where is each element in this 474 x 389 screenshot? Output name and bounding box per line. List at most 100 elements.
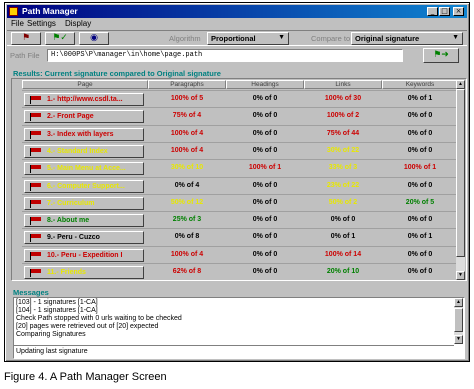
flag-icon[interactable]: ⚑: [11, 32, 41, 45]
page-button[interactable]: 8.- About me: [24, 214, 144, 228]
message-line: Comparing Signatures: [16, 331, 86, 338]
results-title: Results: Current signature compared to O…: [13, 69, 221, 78]
keywords-cell: 0% of 1: [407, 95, 433, 102]
headings-cell: 0% of 0: [252, 181, 278, 189]
path-file-row: Path File H:\000PS\P\manager\in\home\pag…: [7, 47, 467, 65]
scroll-down-icon[interactable]: ▼: [456, 271, 465, 280]
keywords-cell: 20% of 5: [405, 198, 435, 206]
column-header-paragraphs[interactable]: Paragraphs: [148, 80, 226, 89]
page-button[interactable]: 11.- Friends: [24, 266, 144, 279]
page-label: 8.- About me: [47, 217, 90, 225]
menu-file[interactable]: File: [11, 19, 24, 28]
headings-cell: 0% of 0: [252, 268, 278, 275]
headings-cell: 0% of 0: [252, 216, 278, 224]
maximize-button[interactable]: □: [439, 7, 450, 16]
messages-scrollbar[interactable]: ▲ ▼: [454, 298, 463, 344]
flag-icon: [29, 182, 42, 191]
links-cell: 30% of 22: [326, 146, 360, 154]
page-button[interactable]: 5.- Main Menu at Acce...: [24, 162, 144, 176]
path-manager-window: Path Manager _ □ × File Settings Display…: [4, 2, 470, 362]
paragraphs-cell: 100% of 4: [170, 146, 204, 154]
messages-box: [103] - 1 signatures [1-CA] [104] - 1 si…: [13, 297, 465, 359]
algorithm-label: Algorithm: [169, 34, 201, 43]
message-line: [104] - 1 signatures [1-CA]: [16, 307, 98, 314]
page-label: 3.- Index with layers: [47, 130, 114, 138]
headings-cell: 0% of 0: [252, 129, 278, 137]
path-file-input[interactable]: H:\000PS\P\manager\in\home\page.path: [47, 49, 403, 62]
column-header-links[interactable]: Links: [304, 80, 382, 89]
links-cell: 100% of 14: [324, 250, 362, 258]
page-button[interactable]: 1.- http://www.csdl.ta...: [24, 93, 144, 106]
page-button[interactable]: 9.- Peru - Cuzco: [24, 231, 144, 245]
column-header-keywords[interactable]: Keywords: [382, 80, 458, 89]
page-label: 4.- Standard Index: [47, 147, 108, 155]
page-button[interactable]: 10.- Peru - Expedition I: [24, 248, 144, 262]
page-label: 6.- Computer Support...: [47, 182, 125, 190]
table-row[interactable]: 11.- Friends 62% of 8 0% of 0 20% of 10 0% o…: [22, 263, 462, 280]
headings-cell: 0% of 0: [252, 146, 278, 154]
links-cell: 0% of 1: [330, 233, 356, 241]
scroll-thumb[interactable]: [454, 308, 463, 332]
scroll-up-icon[interactable]: ▲: [454, 298, 463, 307]
keywords-cell: 100% of 1: [403, 164, 437, 172]
page-label: 1.- http://www.csdl.ta...: [47, 96, 123, 103]
table-row[interactable]: 1.- http://www.csdl.ta... 100% of 5 0% of …: [22, 90, 462, 107]
results-scrollbar[interactable]: ▲ ▼: [456, 80, 465, 280]
algorithm-value: Proportional: [211, 34, 256, 43]
window-title: Path Manager: [22, 6, 78, 16]
links-cell: 75% of 44: [326, 129, 360, 137]
page-label: 2.- Front Page: [47, 113, 94, 121]
eye-icon[interactable]: ◉: [79, 32, 109, 45]
scroll-down-icon[interactable]: ▼: [454, 335, 463, 344]
table-row[interactable]: 5.- Main Menu at Acce... 30% of 10 100% of…: [22, 159, 462, 176]
keywords-cell: 0% of 0: [407, 112, 433, 120]
menu-settings[interactable]: Settings: [27, 19, 56, 28]
paragraphs-cell: 100% of 4: [170, 129, 204, 137]
results-panel: Page Paragraphs Headings Links Keywords …: [11, 78, 467, 281]
table-row[interactable]: 6.- Computer Support... 0% of 4 0% of 0 23%…: [22, 176, 462, 194]
page-label: 11.- Friends: [47, 269, 86, 276]
minimize-button[interactable]: _: [427, 7, 438, 16]
flag-icon: [29, 96, 42, 104]
table-row[interactable]: 10.- Peru - Expedition I 100% of 4 0% of 0…: [22, 245, 462, 263]
paragraphs-cell: 0% of 8: [174, 233, 200, 241]
table-row[interactable]: 2.- Front Page 75% of 4 0% of 0 100% of 2 0%…: [22, 107, 462, 124]
column-header-page[interactable]: Page: [22, 80, 148, 89]
page-button[interactable]: 6.- Computer Support...: [24, 179, 144, 193]
menu-display[interactable]: Display: [65, 19, 91, 28]
links-cell: 33% of 3: [328, 164, 358, 172]
table-row[interactable]: 9.- Peru - Cuzco 0% of 8 0% of 0 0% of 1 0% …: [22, 228, 462, 245]
table-row[interactable]: 4.- Standard Index 100% of 4 0% of 0 30% of…: [22, 141, 462, 159]
paragraphs-cell: 100% of 5: [170, 95, 204, 102]
keywords-cell: 0% of 0: [407, 129, 433, 137]
go-icon[interactable]: ⚑➜: [423, 48, 459, 63]
flag-icon: [29, 217, 42, 226]
scroll-thumb[interactable]: [456, 89, 465, 257]
scroll-up-icon[interactable]: ▲: [456, 80, 465, 89]
keywords-cell: 0% of 0: [407, 250, 433, 258]
page-button[interactable]: 3.- Index with layers: [24, 127, 144, 141]
headings-cell: 0% of 0: [252, 112, 278, 120]
figure-caption: Figure 4. A Path Manager Screen: [4, 371, 167, 383]
page-button[interactable]: 4.- Standard Index: [24, 144, 144, 158]
compare-label: Compare to: [311, 34, 351, 43]
close-button[interactable]: ×: [453, 7, 464, 16]
keywords-cell: 0% of 0: [407, 216, 433, 224]
compare-select[interactable]: Original signature ▼: [351, 32, 463, 45]
column-header-headings[interactable]: Headings: [226, 80, 304, 89]
table-row[interactable]: 8.- About me 25% of 3 0% of 0 0% of 0 0% of …: [22, 211, 462, 228]
table-row[interactable]: 3.- Index with layers 100% of 4 0% of 0 75%…: [22, 124, 462, 142]
menu-bar: File Settings Display: [7, 18, 467, 29]
green-flag-icon[interactable]: ⚑✓: [45, 32, 75, 45]
keywords-cell: 0% of 0: [407, 268, 433, 275]
headings-cell: 0% of 0: [252, 233, 278, 241]
page-button[interactable]: 7.- Curriculum: [24, 196, 144, 210]
paragraphs-cell: 25% of 3: [172, 216, 202, 224]
title-bar[interactable]: Path Manager _ □ ×: [7, 5, 467, 18]
algorithm-select[interactable]: Proportional ▼: [207, 32, 289, 45]
table-row[interactable]: 7.- Curriculum 50% of 12 0% of 0 50% of 2 20…: [22, 193, 462, 211]
page-button[interactable]: 2.- Front Page: [24, 110, 144, 124]
messages-title: Messages: [13, 288, 49, 297]
links-cell: 50% of 2: [328, 198, 358, 206]
flag-icon: [29, 269, 42, 277]
